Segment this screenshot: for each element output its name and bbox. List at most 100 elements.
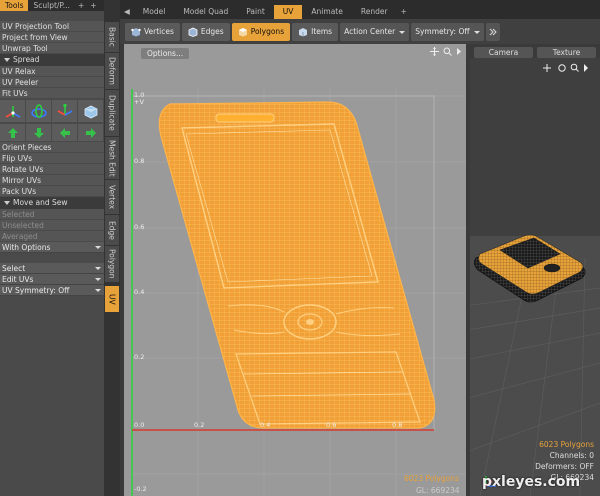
- project-from-view-button[interactable]: Project from View: [0, 32, 104, 43]
- action-center-dropdown[interactable]: Action Center: [340, 22, 410, 41]
- vtab-uv[interactable]: UV: [105, 286, 119, 312]
- collapse-triangle-icon: [4, 201, 10, 205]
- edges-mode-button[interactable]: Edges: [181, 22, 230, 41]
- toolbar-expand-button[interactable]: [485, 22, 500, 41]
- edit-uvs-dropdown[interactable]: Edit UVs: [0, 274, 104, 285]
- pack-uvs-button[interactable]: Pack UVs: [0, 186, 104, 197]
- fit-uvs-button[interactable]: Fit UVs: [0, 88, 104, 99]
- with-options-dropdown[interactable]: With Options: [0, 242, 104, 253]
- polygons-mode-button[interactable]: Polygons: [231, 22, 291, 41]
- vtab-basic[interactable]: Basic: [105, 22, 119, 52]
- u-axis-label-0.4: 0.4: [260, 421, 271, 429]
- vtab-duplicate[interactable]: Duplicate: [105, 90, 119, 136]
- u-axis-label-0.8: 0.8: [392, 421, 403, 429]
- uv-peeler-button[interactable]: UV Peeler: [0, 77, 104, 88]
- arrow-right-icon[interactable]: [78, 124, 103, 141]
- tab-model-quad[interactable]: Model Quad: [174, 5, 237, 19]
- vtab-edge[interactable]: Edge: [105, 215, 119, 245]
- zoom-icon[interactable]: [443, 47, 452, 56]
- perspective-viewport[interactable]: Camera Texture 6023 Polygons Channels: 0…: [470, 44, 600, 496]
- spread-section-header[interactable]: Spread: [0, 54, 104, 66]
- watermark: pxleyes.com: [482, 474, 581, 490]
- add-tab-button[interactable]: +: [75, 0, 87, 11]
- vertical-tab-strip: Basic Deform Duplicate Mesh Edit Vertex …: [104, 0, 120, 496]
- move-tool-icon[interactable]: [0, 100, 25, 122]
- tab-uv[interactable]: UV: [273, 5, 303, 19]
- tab-model[interactable]: Model: [134, 5, 175, 19]
- vtab-vertex[interactable]: Vertex: [105, 180, 119, 214]
- add-tab-button-2[interactable]: +: [87, 0, 99, 11]
- move-and-sew-section-header[interactable]: Move and Sew: [0, 197, 104, 209]
- texture-tab[interactable]: Texture: [537, 47, 596, 58]
- uv-polygon-count: 6023 Polygons: [404, 474, 459, 483]
- uv-projection-tool-button[interactable]: UV Projection Tool: [0, 21, 104, 32]
- transform-icon-row: [0, 99, 104, 123]
- tab-scroll-left-icon[interactable]: ◀: [120, 5, 134, 19]
- v-axis-label-0.0: 0.0: [134, 421, 145, 429]
- unselected-option[interactable]: Unselected: [0, 220, 104, 231]
- selected-option[interactable]: Selected: [0, 209, 104, 220]
- tools-panel: Tools Sculpt/P... + + UV Projection Tool…: [0, 0, 104, 496]
- tools-tab-bar: Tools Sculpt/P... + +: [0, 0, 104, 11]
- uv-relax-button[interactable]: UV Relax: [0, 66, 104, 77]
- averaged-option[interactable]: Averaged: [0, 231, 104, 242]
- polygons-icon: [238, 27, 247, 36]
- v-axis-label-neg0.2: -0.2: [134, 485, 147, 493]
- v-axis-label-0.8: 0.8: [134, 157, 145, 165]
- vtab-polygon[interactable]: Polygon: [105, 246, 119, 282]
- perspective-polygon-count: 6023 Polygons: [539, 440, 594, 449]
- v-axis-label-0.6: 0.6: [134, 223, 145, 231]
- chevron-down-icon: [473, 30, 480, 34]
- mirror-uvs-button[interactable]: Mirror UVs: [0, 175, 104, 186]
- viewport-controls: [430, 47, 462, 56]
- rotate-tool-icon[interactable]: [26, 100, 51, 122]
- options-button[interactable]: Options...: [141, 48, 190, 59]
- vtab-mesh-edit[interactable]: Mesh Edit: [105, 137, 119, 179]
- rotate-uvs-button[interactable]: Rotate UVs: [0, 164, 104, 175]
- v-axis-plus-label: +V: [134, 98, 144, 106]
- pan-icon[interactable]: [430, 47, 439, 56]
- perspective-deformers: Deformers: OFF: [535, 462, 594, 471]
- tab-render[interactable]: Render: [352, 5, 397, 19]
- edges-icon: [188, 27, 198, 37]
- collapse-triangle-icon: [4, 58, 10, 62]
- arrow-icon-row: [0, 123, 104, 142]
- vertices-icon: [131, 27, 141, 36]
- arrow-up-icon[interactable]: [0, 124, 25, 141]
- v-axis-label-0.4: 0.4: [134, 288, 145, 296]
- uv-shell: [158, 101, 436, 429]
- chevron-down-icon: [399, 30, 406, 34]
- perspective-canvas: [470, 58, 600, 496]
- items-mode-button[interactable]: Items: [292, 22, 339, 41]
- chevron-down-icon: [95, 246, 101, 249]
- v-axis-label-0.2: 0.2: [134, 353, 145, 361]
- tab-tools[interactable]: Tools: [0, 0, 29, 11]
- uv-symmetry-dropdown[interactable]: UV Symmetry: Off: [0, 285, 104, 296]
- uv-gl-count: GL: 669234: [416, 486, 460, 495]
- viewport-menu-icon[interactable]: [456, 47, 462, 56]
- select-dropdown[interactable]: Select: [0, 263, 104, 274]
- arrow-left-icon[interactable]: [52, 124, 77, 141]
- chevron-down-icon: [95, 267, 101, 270]
- uv-viewport[interactable]: Options... 1.0 0.8 0.6 0.4 0.2 0.0 -0.2 …: [124, 44, 466, 496]
- arrow-down-icon[interactable]: [26, 124, 51, 141]
- tab-sculpt-paint[interactable]: Sculpt/P...: [28, 0, 74, 11]
- layout-tab-bar: ◀ Model Model Quad Paint UV Animate Rend…: [120, 0, 600, 19]
- vtab-deform[interactable]: Deform: [105, 53, 119, 89]
- perspective-tab-bar: Camera Texture: [470, 44, 600, 58]
- symmetry-dropdown[interactable]: Symmetry: Off: [411, 22, 484, 41]
- transform-tool-icon[interactable]: [78, 100, 103, 122]
- uv-canvas: [131, 89, 466, 496]
- u-axis-label-0.2: 0.2: [194, 421, 205, 429]
- unwrap-tool-button[interactable]: Unwrap Tool: [0, 43, 104, 54]
- camera-tab[interactable]: Camera: [474, 47, 533, 58]
- chevron-down-icon: [95, 289, 101, 292]
- scale-tool-icon[interactable]: [52, 100, 77, 122]
- add-layout-tab-button[interactable]: +: [397, 5, 411, 19]
- tab-paint[interactable]: Paint: [237, 5, 274, 19]
- items-icon: [299, 27, 308, 36]
- orient-pieces-button[interactable]: Orient Pieces: [0, 142, 104, 153]
- vertices-mode-button[interactable]: Vertices: [125, 22, 180, 41]
- flip-uvs-button[interactable]: Flip UVs: [0, 153, 104, 164]
- tab-animate[interactable]: Animate: [302, 5, 351, 19]
